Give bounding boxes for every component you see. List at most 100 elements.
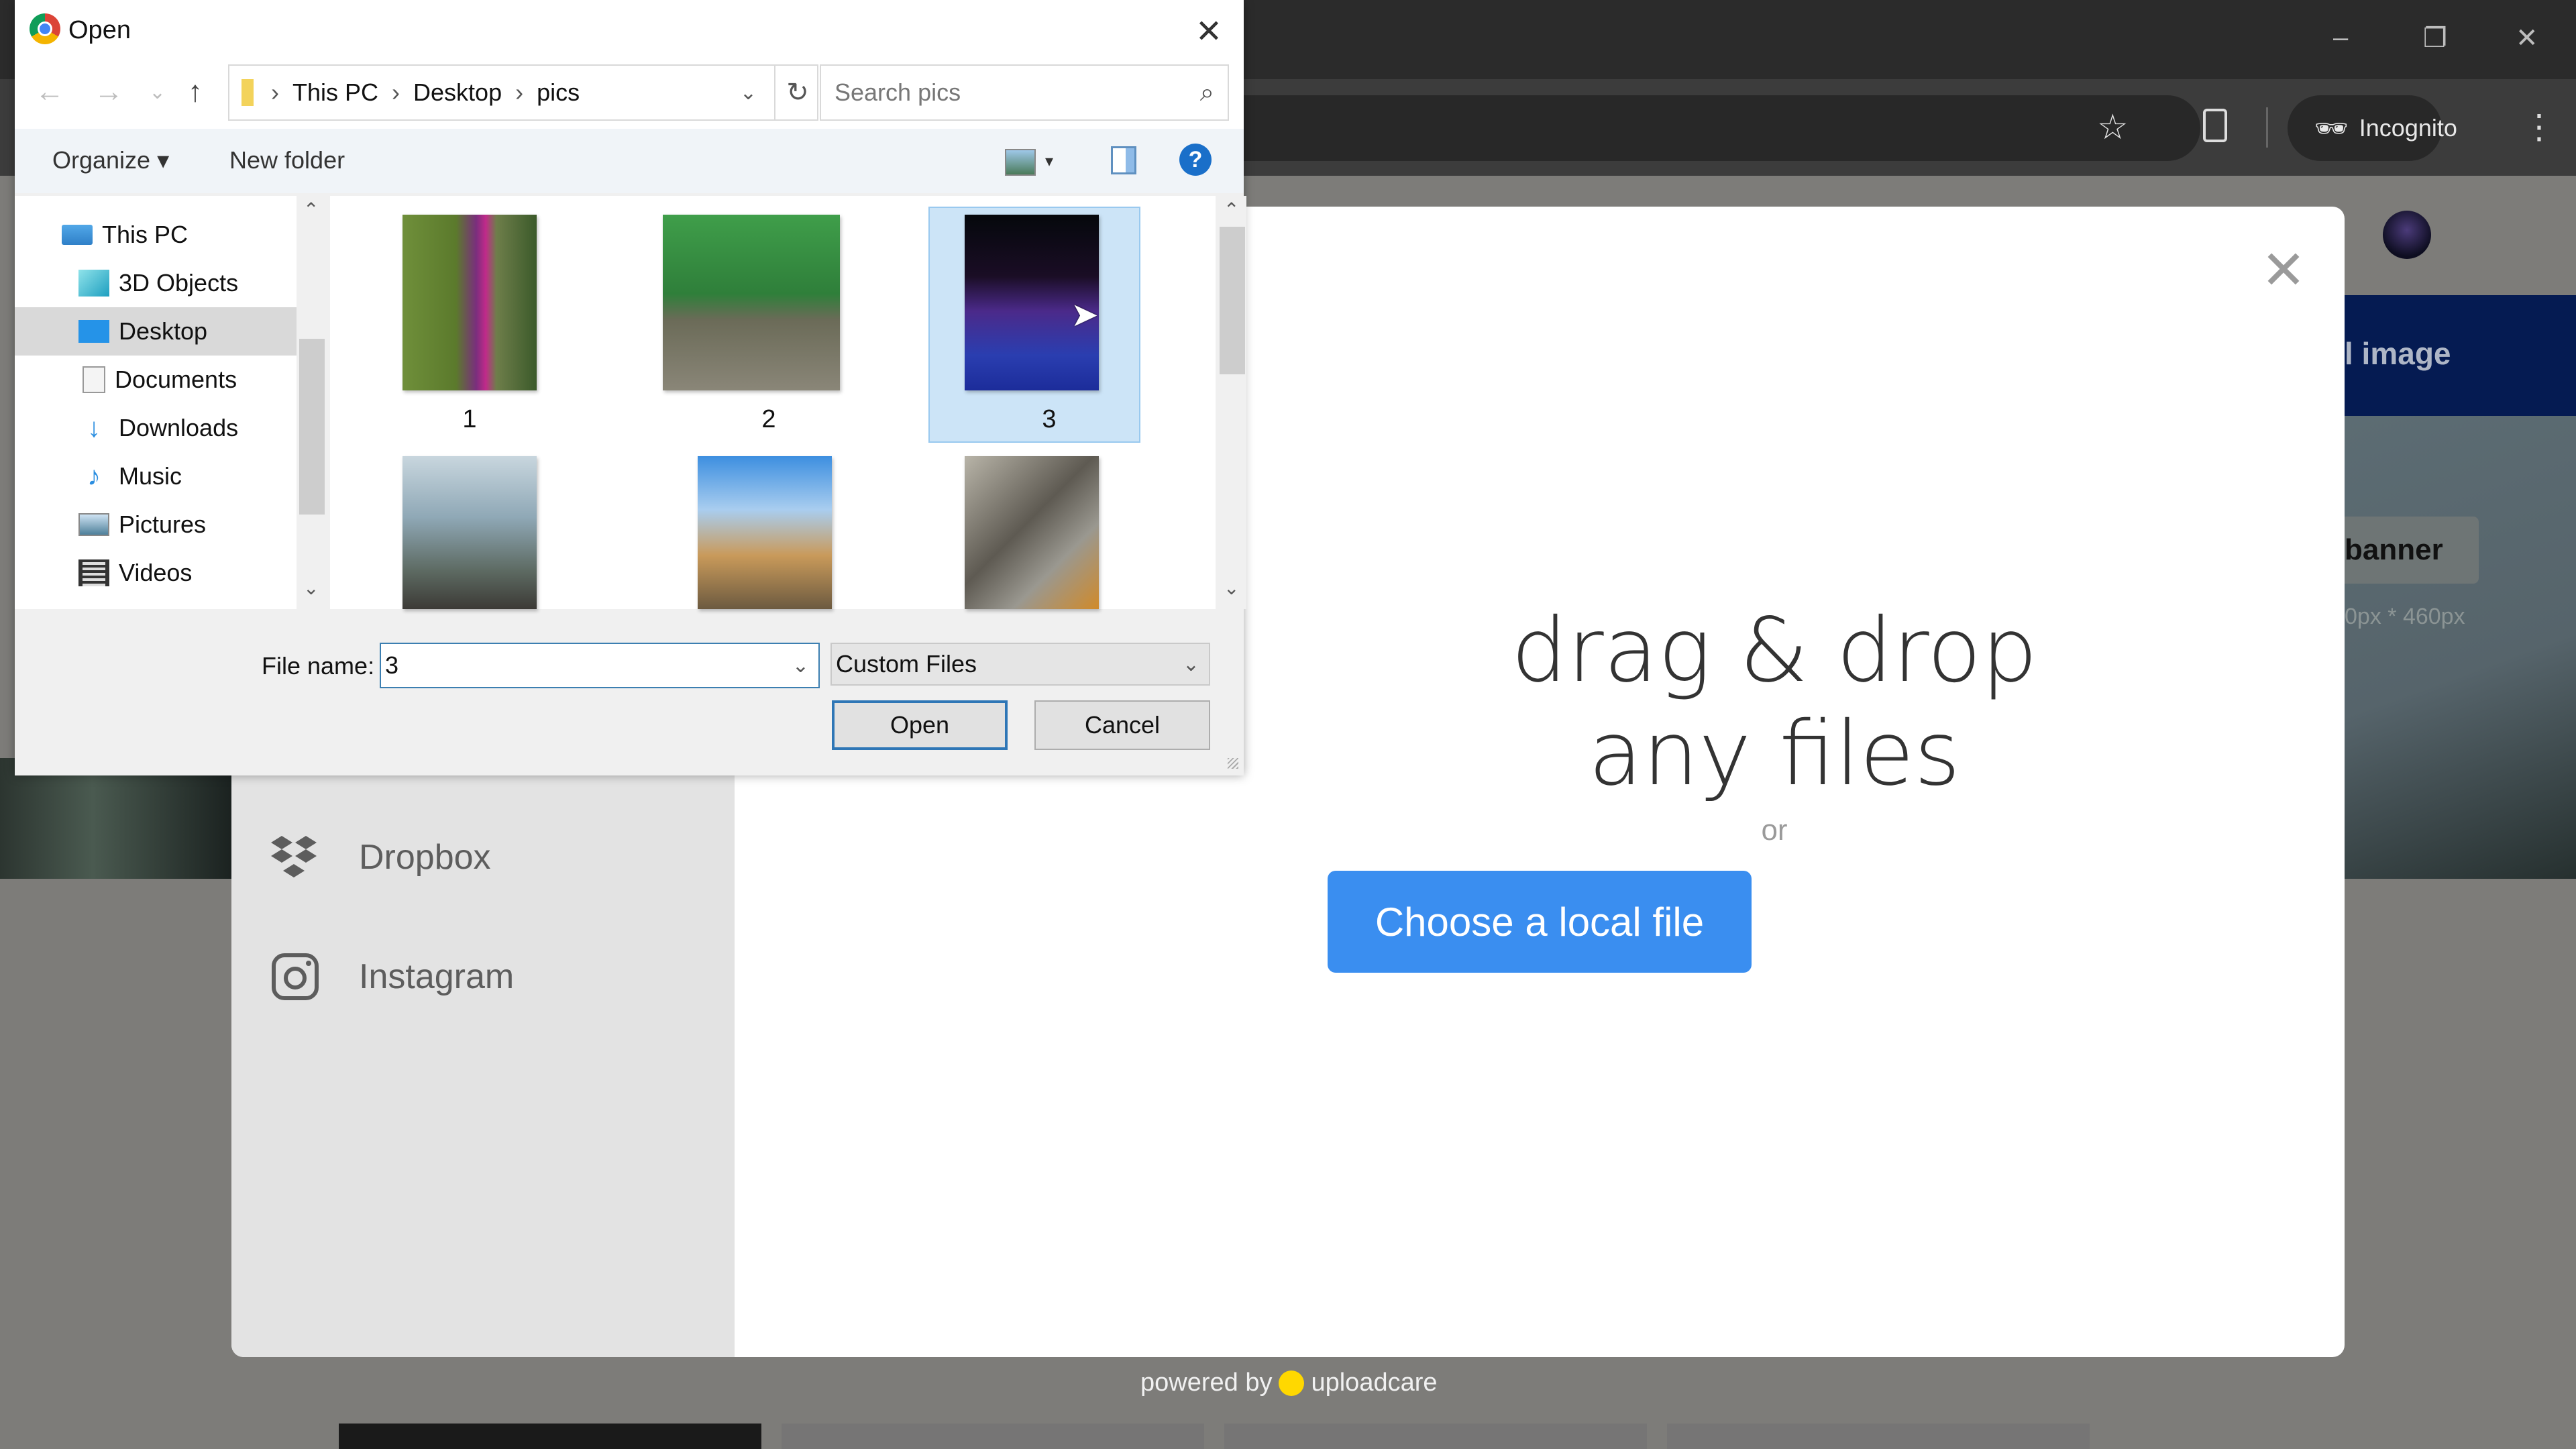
file-type-value: Custom Files [836,650,977,678]
service-label: Dropbox [359,838,491,877]
incognito-badge[interactable]: 🕶 Incognito [2288,95,2457,161]
browser-menu-icon[interactable]: ⋮ [2522,107,2556,146]
extensions-icon[interactable] [2203,109,2227,142]
avatar[interactable] [2383,211,2431,259]
view-dropdown-chevron-icon[interactable]: ▾ [1045,152,1053,171]
breadcrumb-desktop[interactable]: Desktop [413,78,502,107]
tree-item-label: 3D Objects [119,269,239,297]
minimize-button[interactable]: – [2333,23,2348,53]
tree-item-desktop[interactable]: Desktop [15,307,297,356]
tree-item-downloads[interactable]: ↓ Downloads [15,404,297,452]
breadcrumb-pics[interactable]: pics [537,78,580,107]
nav-scroll-down-icon[interactable]: ⌄ [303,577,319,599]
tree-item-label: Desktop [119,317,208,345]
drag-line-2: any files [1588,702,1961,806]
bottom-tab[interactable] [1224,1424,1647,1449]
file-pane-scroll-thumb[interactable] [1220,227,1245,374]
tree-item-label: Music [119,462,182,490]
downloads-icon: ↓ [87,413,101,443]
new-folder-button[interactable]: New folder [229,146,345,174]
window-close-button[interactable]: ✕ [2516,23,2538,54]
bookmark-star-icon[interactable]: ☆ [2097,107,2129,148]
uploadcare-logo-icon [1279,1370,1305,1396]
bottom-tab[interactable] [782,1424,1204,1449]
incognito-label: Incognito [2359,114,2457,142]
tree-item-this-pc[interactable]: This PC [15,211,297,259]
banner-dimensions: 0px * 460px [2345,604,2465,629]
bottom-tab[interactable] [339,1424,761,1449]
tree-item-pictures[interactable]: Pictures [15,500,297,549]
file-name-dropdown-chevron-icon[interactable]: ⌄ [792,654,809,678]
up-arrow-icon[interactable]: ↑ [188,75,203,109]
service-dropbox[interactable]: Dropbox [268,830,491,884]
file-name-input[interactable]: 3 ⌄ [380,643,820,688]
forward-arrow-icon[interactable]: → [94,75,123,109]
organize-menu[interactable]: Organize ▾ [52,146,169,174]
back-arrow-icon[interactable]: ← [35,75,64,109]
file-name-label: 2 [761,405,776,433]
address-bar[interactable] [1221,95,2200,161]
tree-item-label: This PC [102,221,189,248]
help-icon[interactable]: ? [1179,144,1212,176]
tree-item-label: Pictures [119,511,207,538]
banner-button[interactable]: banner [2345,517,2479,584]
mouse-cursor-icon: ➤ [1071,296,1099,333]
file-scroll-down-icon[interactable]: ⌄ [1224,577,1239,599]
desktop-icon [78,320,109,343]
powered-by-label: powered by [1140,1368,1273,1397]
modal-close-icon[interactable]: ✕ [2260,244,2307,297]
incognito-icon: 🕶 [2314,113,2349,144]
page-header-title: l image [2345,336,2451,371]
file-type-select[interactable]: Custom Files ⌄ [830,643,1210,686]
breadcrumb-separator: › [392,78,400,106]
file-name-label: 3 [1042,405,1057,433]
service-label: Instagram [359,957,515,996]
tree-item-music[interactable]: ♪ Music [15,452,297,500]
file-thumbnail[interactable] [402,456,537,609]
uploadcare-brand: uploadcare [1311,1368,1438,1397]
cancel-button[interactable]: Cancel [1034,700,1210,750]
service-instagram[interactable]: Instagram [268,950,514,1004]
refresh-icon[interactable]: ↻ [774,64,820,121]
breadcrumb-separator: › [271,78,279,106]
breadcrumb-separator: › [515,78,524,106]
file-thumbnail[interactable] [663,215,840,390]
resize-grip[interactable] [1228,758,1238,769]
videos-icon [78,559,109,586]
navigation-pane: This PC 3D Objects Desktop Documents ↓ D… [15,196,297,609]
file-type-chevron-icon: ⌄ [1182,653,1199,676]
this-pc-icon [62,225,93,245]
search-input[interactable]: Search pics ⌕ [820,64,1229,121]
breadcrumb-this-pc[interactable]: This PC [292,78,378,107]
powered-by[interactable]: powered by uploadcare [1140,1368,1438,1397]
drag-line-1: drag & drop [1511,599,2038,702]
recent-locations-chevron-icon[interactable]: ⌄ [149,80,166,104]
page-bottom-tabs [339,1424,2351,1449]
tree-item-3d-objects[interactable]: 3D Objects [15,259,297,307]
nav-scroll-up-icon[interactable]: ⌃ [303,199,319,221]
nav-pane-scroll-thumb[interactable] [299,339,325,515]
choose-local-file-button[interactable]: Choose a local file [1328,871,1752,973]
hero-image-left [0,758,231,879]
file-name-value: 3 [385,651,399,679]
search-placeholder: Search pics [835,78,961,106]
chrome-icon [30,13,60,44]
address-dropdown-chevron-icon[interactable]: ⌄ [740,81,757,105]
drag-drop-heading: drag & drop any files [1338,599,2210,806]
toolbar-divider [2266,107,2268,148]
preview-pane-icon[interactable] [1111,146,1136,174]
dialog-close-icon[interactable]: ✕ [1189,13,1229,51]
view-options-icon[interactable] [1005,149,1036,176]
bottom-tab[interactable] [1667,1424,2090,1449]
breadcrumb[interactable]: › This PC › Desktop › pics ⌄ [228,64,818,121]
restore-button[interactable]: ❐ [2423,23,2447,54]
file-thumbnail[interactable] [698,456,832,609]
file-scroll-up-icon[interactable]: ⌃ [1224,199,1239,221]
tree-item-videos[interactable]: Videos [15,549,297,597]
file-thumbnail[interactable] [965,456,1099,609]
tree-item-documents[interactable]: Documents [15,356,297,404]
open-button[interactable]: Open [832,700,1008,750]
music-icon: ♪ [87,462,101,491]
search-icon: ⌕ [1199,78,1214,107]
file-thumbnail[interactable] [402,215,537,390]
